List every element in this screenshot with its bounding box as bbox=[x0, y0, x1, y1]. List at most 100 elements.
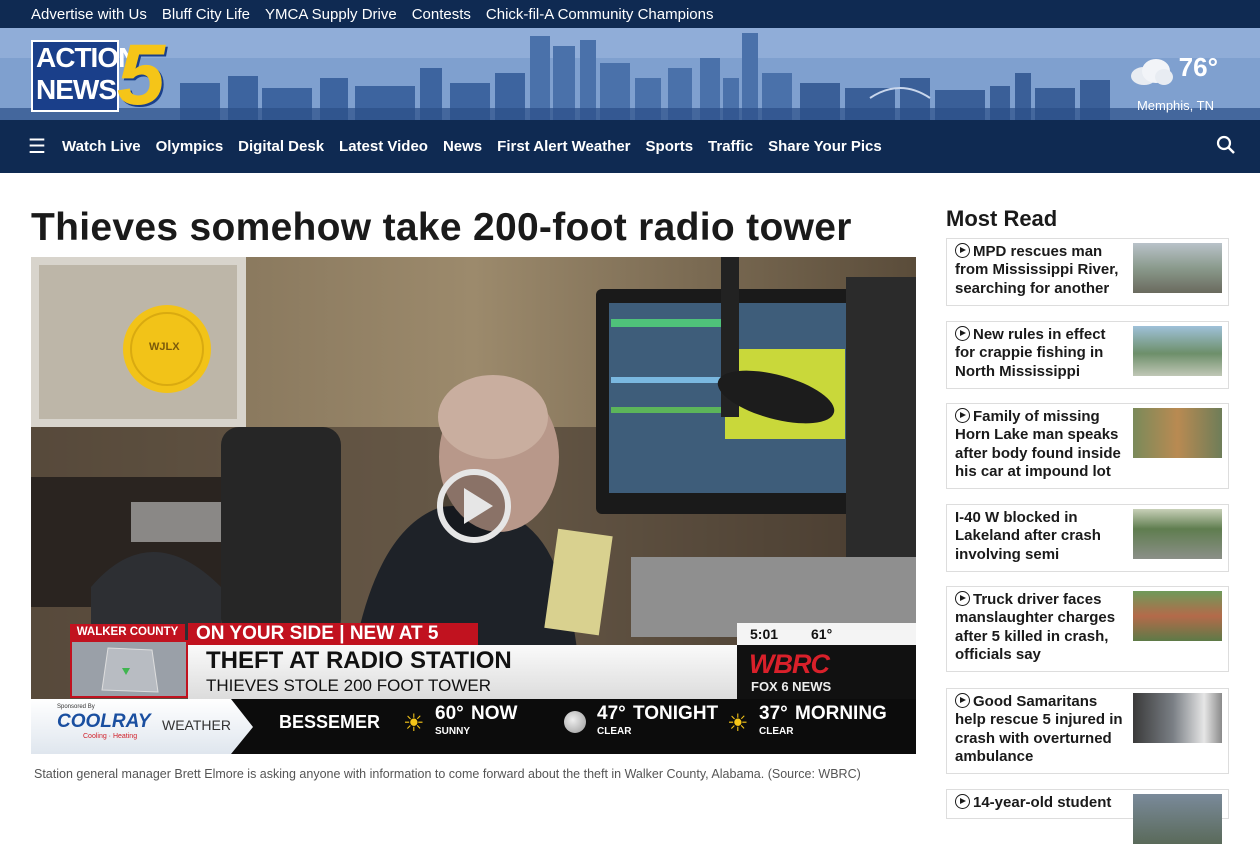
thumbnail bbox=[1133, 408, 1222, 458]
most-read-sidebar: Most Read MPD rescues man from Mississip… bbox=[946, 206, 1229, 844]
most-read-item-text-wrap: I-40 W blocked in Lakeland after crash i… bbox=[955, 509, 1125, 564]
topbar-link-ymca[interactable]: YMCA Supply Drive bbox=[265, 6, 397, 23]
topbar-link-contests[interactable]: Contests bbox=[412, 6, 471, 23]
thumbnail bbox=[1133, 509, 1222, 559]
most-read-item-text-wrap: Family of missing Horn Lake man speaks a… bbox=[955, 408, 1125, 481]
forecast-tonight: 47° TONIGHT CLEAR bbox=[564, 703, 734, 751]
logo-box: ACTION NEWS bbox=[31, 40, 138, 112]
forecast-temp: 60° bbox=[435, 703, 464, 724]
video-time: 5:01 bbox=[750, 626, 779, 642]
sponsor-small: Sponsored By bbox=[57, 704, 95, 710]
hamburger-menu-icon[interactable]: ☰ bbox=[28, 134, 46, 159]
video-temp: 61° bbox=[811, 626, 833, 642]
station-logo: WBRC FOX 6 NEWS bbox=[737, 645, 916, 699]
sponsor-box: Sponsored By COOLRAY Cooling · Heating W… bbox=[31, 699, 253, 754]
action-news-5-logo[interactable]: ACTION NEWS 5 bbox=[31, 32, 183, 118]
nav-olympics[interactable]: Olympics bbox=[156, 138, 224, 155]
most-read-title: Most Read bbox=[946, 206, 1058, 231]
county-tag: WALKER COUNTY bbox=[70, 624, 185, 640]
forecast-cond: CLEAR bbox=[597, 726, 632, 737]
article-headline: Thieves somehow take 200-foot radio towe… bbox=[31, 206, 852, 249]
most-read-item-text-wrap: New rules in effect for crappie fishing … bbox=[955, 326, 1125, 381]
lower-third: WALKER COUNTY ON YOUR SIDE | NEW AT 5 5:… bbox=[31, 623, 916, 754]
header-banner: ACTION NEWS 5 76° Memphis, TN bbox=[0, 28, 1260, 120]
play-circle-icon bbox=[955, 591, 970, 606]
play-circle-icon bbox=[955, 408, 970, 423]
nav-digital-desk[interactable]: Digital Desk bbox=[238, 138, 324, 155]
weather-widget[interactable]: 76° Memphis, TN bbox=[1120, 48, 1230, 118]
topbar-link-bluff-city-life[interactable]: Bluff City Life bbox=[162, 6, 250, 23]
forecast-cond: CLEAR bbox=[759, 726, 794, 737]
weather-strip: Sponsored By COOLRAY Cooling · Heating W… bbox=[31, 699, 916, 754]
most-read-item[interactable]: New rules in effect for crappie fishing … bbox=[946, 321, 1229, 389]
sponsor-logo: COOLRAY bbox=[57, 711, 151, 732]
thumbnail bbox=[1133, 326, 1222, 376]
nav-traffic[interactable]: Traffic bbox=[708, 138, 753, 155]
nav-news[interactable]: News bbox=[443, 138, 482, 155]
most-read-item-text-wrap: Truck driver faces manslaughter charges … bbox=[955, 591, 1125, 664]
skyline-graphic bbox=[0, 28, 1260, 120]
banner-top: ON YOUR SIDE | NEW AT 5 bbox=[188, 623, 478, 645]
play-circle-icon bbox=[955, 794, 970, 809]
topbar-link-advertise[interactable]: Advertise with Us bbox=[31, 6, 147, 23]
play-button-icon[interactable] bbox=[435, 467, 513, 545]
article-main: Thieves somehow take 200-foot radio towe… bbox=[31, 206, 916, 781]
main-nav: ☰ Watch Live Olympics Digital Desk Lates… bbox=[0, 120, 1260, 173]
time-temp-box: 5:01 61° bbox=[737, 623, 916, 645]
most-read-item[interactable]: MPD rescues man from Mississippi River, … bbox=[946, 238, 1229, 306]
logo-number: 5 bbox=[117, 28, 165, 120]
thumbnail bbox=[1133, 591, 1222, 641]
video-player[interactable]: WALKER COUNTY ON YOUR SIDE | NEW AT 5 5:… bbox=[31, 257, 916, 754]
forecast-temp: 47° bbox=[597, 703, 626, 724]
forecast-temp: 37° bbox=[759, 703, 788, 724]
most-read-item-text: New rules in effect for crappie fishing … bbox=[955, 326, 1106, 380]
station-sub: FOX 6 NEWS bbox=[751, 679, 832, 694]
most-read-item[interactable]: Truck driver faces manslaughter charges … bbox=[946, 586, 1229, 672]
nav-share-your-pics[interactable]: Share Your Pics bbox=[768, 138, 882, 155]
most-read-item[interactable]: Family of missing Horn Lake man speaks a… bbox=[946, 403, 1229, 489]
sun-icon: ☀ bbox=[727, 710, 749, 737]
weather-temp: 76° bbox=[1178, 52, 1218, 82]
most-read-item-text-wrap: 14-year-old student bbox=[955, 794, 1125, 812]
most-read-item[interactable]: I-40 W blocked in Lakeland after crash i… bbox=[946, 504, 1229, 572]
most-read-item-text-wrap: MPD rescues man from Mississippi River, … bbox=[955, 243, 1125, 298]
sun-icon: ☀ bbox=[403, 710, 425, 737]
forecast-morning: ☀ 37° MORNING CLEAR bbox=[727, 703, 912, 751]
forecast-when: TONIGHT bbox=[633, 703, 719, 724]
sponsor-sub: Cooling · Heating bbox=[83, 733, 138, 740]
headline-box: THEFT AT RADIO STATION THIEVES STOLE 200… bbox=[188, 645, 738, 699]
thumbnail bbox=[1133, 243, 1222, 293]
forecast-cond: SUNNY bbox=[435, 726, 471, 737]
logo-line2: NEWS bbox=[36, 74, 117, 105]
most-read-item[interactable]: Good Samaritans help rescue 5 injured in… bbox=[946, 688, 1229, 774]
search-icon[interactable] bbox=[1216, 135, 1236, 155]
most-read-item[interactable]: 14-year-old student bbox=[946, 789, 1229, 844]
most-read-item-text: Good Samaritans help rescue 5 injured in… bbox=[955, 693, 1123, 765]
play-circle-icon bbox=[955, 326, 970, 341]
play-circle-icon bbox=[955, 243, 970, 258]
top-utility-bar: Advertise with Us Bluff City Life YMCA S… bbox=[0, 0, 1260, 28]
topbar-link-chick-fil-a[interactable]: Chick-fil-A Community Champions bbox=[486, 6, 714, 23]
video-caption: Station general manager Brett Elmore is … bbox=[34, 767, 861, 781]
video-headline: THEFT AT RADIO STATION bbox=[206, 647, 512, 674]
nav-sports[interactable]: Sports bbox=[646, 138, 694, 155]
thumbnail bbox=[1133, 693, 1222, 743]
frisbee-text: WJLX bbox=[149, 341, 180, 353]
forecast-when: NOW bbox=[471, 703, 518, 724]
moon-icon bbox=[564, 711, 586, 733]
most-read-item-text: 14-year-old student bbox=[973, 794, 1112, 811]
county-map bbox=[70, 640, 188, 698]
weather-city: Memphis, TN bbox=[1136, 98, 1214, 113]
most-read-item-text: Truck driver faces manslaughter charges … bbox=[955, 591, 1116, 663]
weather-label: WEATHER bbox=[162, 717, 231, 733]
most-read-item-text-wrap: Good Samaritans help rescue 5 injured in… bbox=[955, 693, 1125, 766]
nav-latest-video[interactable]: Latest Video bbox=[339, 138, 428, 155]
nav-watch-live[interactable]: Watch Live bbox=[62, 138, 141, 155]
most-read-item-text: Family of missing Horn Lake man speaks a… bbox=[955, 408, 1121, 480]
most-read-item-text: I-40 W blocked in Lakeland after crash i… bbox=[955, 509, 1101, 563]
forecast-when: MORNING bbox=[795, 703, 887, 724]
video-subhead: THIEVES STOLE 200 FOOT TOWER bbox=[206, 676, 491, 695]
nav-first-alert-weather[interactable]: First Alert Weather bbox=[497, 138, 630, 155]
city-label: BESSEMER bbox=[279, 712, 381, 732]
forecast-now: ☀ 60° NOW SUNNY bbox=[403, 703, 553, 751]
